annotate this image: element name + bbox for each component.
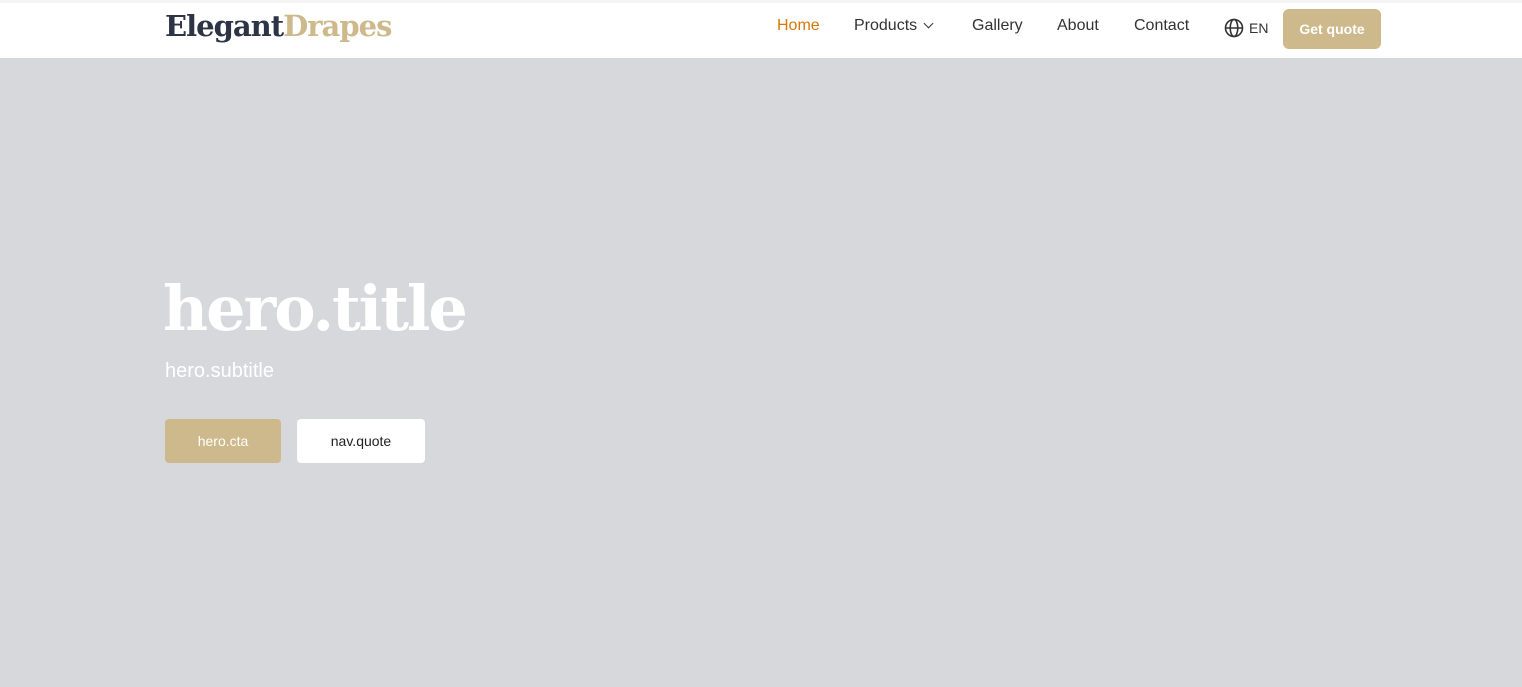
logo[interactable]: ElegantDrapes — [165, 9, 392, 43]
nav-contact[interactable]: Contact — [1134, 17, 1189, 35]
nav-gallery[interactable]: Gallery — [972, 17, 1023, 35]
hero-cta-button[interactable]: hero.cta — [165, 419, 281, 463]
language-selector[interactable]: EN — [1224, 18, 1268, 38]
globe-icon — [1224, 18, 1244, 38]
logo-part-1: Elegant — [165, 9, 284, 43]
nav-products[interactable]: Products — [854, 17, 934, 35]
language-label: EN — [1249, 20, 1269, 36]
hero-quote-button[interactable]: nav.quote — [297, 419, 425, 463]
nav-products-label: Products — [854, 17, 918, 34]
get-quote-button[interactable]: Get quote — [1283, 9, 1381, 49]
chevron-down-icon — [923, 18, 934, 29]
logo-part-2: Drapes — [283, 9, 392, 43]
hero-subtitle: hero.subtitle — [165, 360, 274, 382]
hero-title: hero.title — [163, 272, 468, 345]
nav-home[interactable]: Home — [777, 17, 820, 35]
site-header: ElegantDrapes Home Products Gallery Abou… — [0, 0, 1522, 58]
nav-about[interactable]: About — [1057, 17, 1099, 35]
